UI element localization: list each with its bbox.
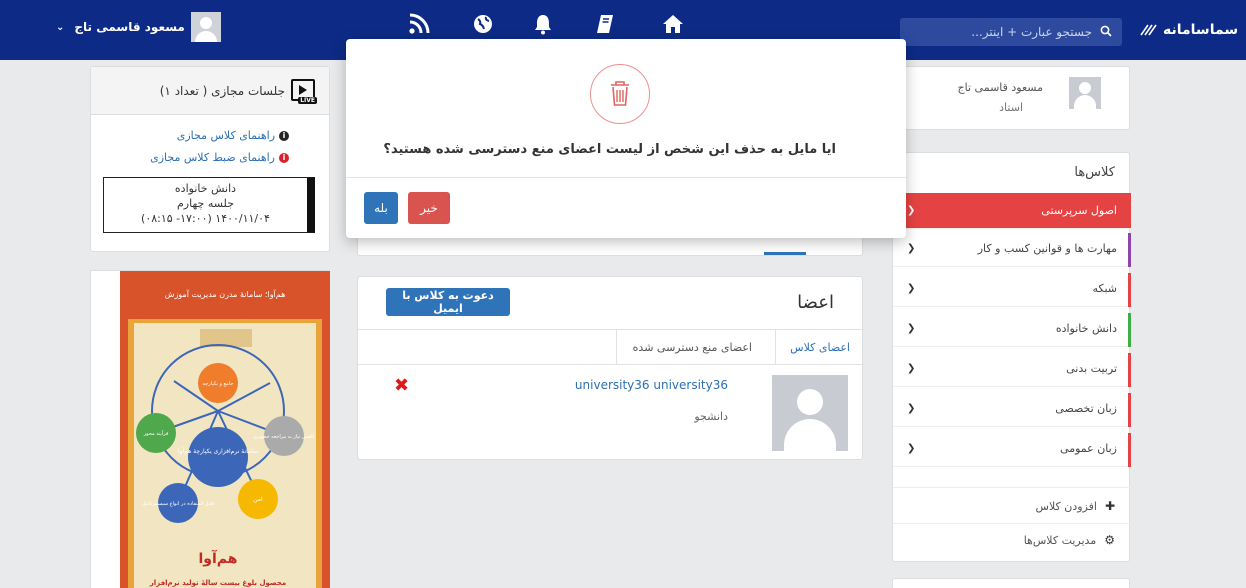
poster-brand: هم‌آوا [199,549,238,567]
divider [346,177,906,178]
confirm-question: ایا مایل به حذف این شخص از لیست اعضای من… [383,142,836,157]
class-item[interactable]: ❯ دانش خانواده [893,311,1131,347]
class-color-bar [1128,353,1131,387]
class-label: تربیت بدنی [1066,362,1117,375]
poster-node: فرآیند محور [143,430,169,437]
members-card: اعضا دعوت به کلاس با ایمیل اعضای کلاس اع… [357,276,864,460]
class-item[interactable]: ❯ مهارت ها و قوانین کسب و کار [893,231,1131,267]
rss-icon[interactable] [406,13,432,39]
class-label: مهارت ها و قوانین کسب و کار [977,242,1117,255]
divider [893,487,1131,488]
add-class-label: افزودن کلاس [1035,499,1097,513]
record-label: راهنمای ضبط کلاس مجازی [150,151,275,164]
guide-label: راهنمای کلاس مجازی [176,129,275,142]
divider [893,523,1131,524]
trash-icon [611,81,629,106]
search-input[interactable] [922,25,1092,39]
live-badge: LIVE [298,97,317,104]
search-box[interactable] [900,18,1122,46]
user-name: مسعود قاسمی تاج [74,20,185,34]
poster-node: جامع و یکپارچه [203,381,234,387]
class-label: زبان عمومی [1060,442,1117,455]
tab-class-members[interactable]: اعضای کلاس [775,330,864,365]
manage-classes-link[interactable]: مدیریت کلاس‌ها ⚙ [1024,533,1115,547]
classes-title: کلاس‌ها [1074,165,1115,180]
globe-icon[interactable] [470,13,496,39]
home-icon[interactable] [660,13,686,39]
chevron-down-icon[interactable]: ❯ [907,323,915,334]
members-title: اعضا [797,292,834,313]
class-color-bar [1128,433,1131,467]
chevron-down-icon: ⌄ [56,21,65,33]
plus-circle-icon: ✚ [1104,499,1115,513]
record-guide-link[interactable]: راهنمای ضبط کلاس مجازی i [150,151,289,164]
chevron-down-icon[interactable]: ❯ [907,205,915,216]
class-label: شبکه [1092,282,1117,295]
bell-icon[interactable] [530,13,556,39]
gear-icon: ⚙ [1104,533,1115,547]
trash-icon-circle [590,64,650,124]
poster-node: قابل استفاده در انواع سیستم‌عامل [142,501,214,507]
tab-banned-members[interactable]: اعضای منع دسترسی شده [615,330,768,365]
site-logo[interactable]: سماسامانه [1140,22,1238,38]
class-item[interactable]: ❯ تربیت بدنی [893,351,1131,387]
class-item[interactable]: ❯ زبان تخصصی [893,391,1131,427]
member-role: دانشجو [694,410,728,423]
user-menu[interactable]: ⌄ مسعود قاسمی تاج [56,12,221,42]
active-tab-indicator [764,252,806,255]
profile-name: مسعود قاسمی تاج [957,81,1043,94]
logo-icon [1140,24,1157,36]
chevron-down-icon[interactable]: ❯ [907,283,915,294]
class-color-bar [1128,233,1131,267]
class-item[interactable]: ❯ زبان عمومی [893,431,1131,467]
confirm-no-button[interactable]: خیر [408,192,450,224]
delete-icon[interactable]: ✖ [394,375,409,396]
profile-role: استاد [999,101,1023,114]
virtual-class-guide-link[interactable]: راهنمای کلاس مجازی i [177,129,289,142]
avatar [772,375,848,451]
class-color-bar [1128,273,1131,307]
chevron-down-icon[interactable]: ❯ [907,403,915,414]
promo-poster[interactable]: هم‌آوا؛ سامانهٔ مدرن مدیریت آموزش سامانه… [90,270,330,588]
class-item[interactable]: ❯ اصول سرپرستی [893,193,1131,229]
confirm-dialog: ایا مایل به حذف این شخص از لیست اعضای من… [346,39,906,238]
logo-text: سماسامانه [1163,22,1239,38]
avatar [1069,77,1101,109]
session-name: جلسه چهارم [177,197,234,210]
confirm-yes-button[interactable]: بله [364,192,398,224]
add-class-link[interactable]: افزودن کلاس ✚ [1036,499,1115,513]
session-course: دانش خانواده [174,182,237,195]
class-label: دانش خانواده [1055,322,1117,335]
chevron-down-icon[interactable]: ❯ [907,443,915,454]
invite-by-email-button[interactable]: دعوت به کلاس با ایمیل [386,288,510,316]
members-tabs: اعضای کلاس اعضای منع دسترسی شده [358,329,864,365]
profile-card: مسعود قاسمی تاج استاد [892,66,1130,130]
virtual-sessions-card: LIVE جلسات مجازی ( تعداد ۱) راهنمای کلاس… [90,66,330,252]
info-icon: i [279,152,289,163]
info-icon: i [279,130,289,141]
book-icon[interactable] [592,13,618,39]
class-label: اصول سرپرستی [1041,204,1117,217]
class-item[interactable]: ❯ شبکه [893,271,1131,307]
session-item[interactable]: دانش خانواده جلسه چهارم ۱۴۰۰/۱۱/۰۴ (۱۷:۰… [103,177,315,233]
manage-classes-label: مدیریت کلاس‌ها [1023,533,1097,547]
poster-center: سامانهٔ نرم‌افزاری یکپارچهٔ هم‌آوا [178,446,258,455]
poster-node: امن [253,496,263,503]
chevron-down-icon[interactable]: ❯ [907,363,915,374]
member-name[interactable]: university36 university36 [575,378,728,392]
class-color-bar [1128,393,1131,427]
class-color-bar [1128,313,1131,347]
poster-image: هم‌آوا؛ سامانهٔ مدرن مدیریت آموزش سامانه… [120,271,330,588]
virtual-sessions-title: جلسات مجازی ( تعداد ۱) [159,84,285,98]
poster-tagline: محصول بلوغ بیست سالهٔ تولید نرم‌افزار [149,579,286,587]
search-icon[interactable] [1100,25,1112,40]
classes-card: کلاس‌ها ❯ اصول سرپرستی ❯ مهارت ها و قوان… [892,152,1131,562]
sidebar-card-stub [892,578,1130,588]
chevron-down-icon[interactable]: ❯ [907,243,915,254]
session-datetime: ۱۴۰۰/۱۱/۰۴ (۱۷:۰۰- ۰۸:۱۵) [141,212,270,225]
poster-header: هم‌آوا؛ سامانهٔ مدرن مدیریت آموزش [165,289,286,299]
class-label: زبان تخصصی [1055,402,1117,415]
poster-node: کاهش نیاز به مراجعه حضوری [253,434,315,440]
avatar [190,12,221,42]
